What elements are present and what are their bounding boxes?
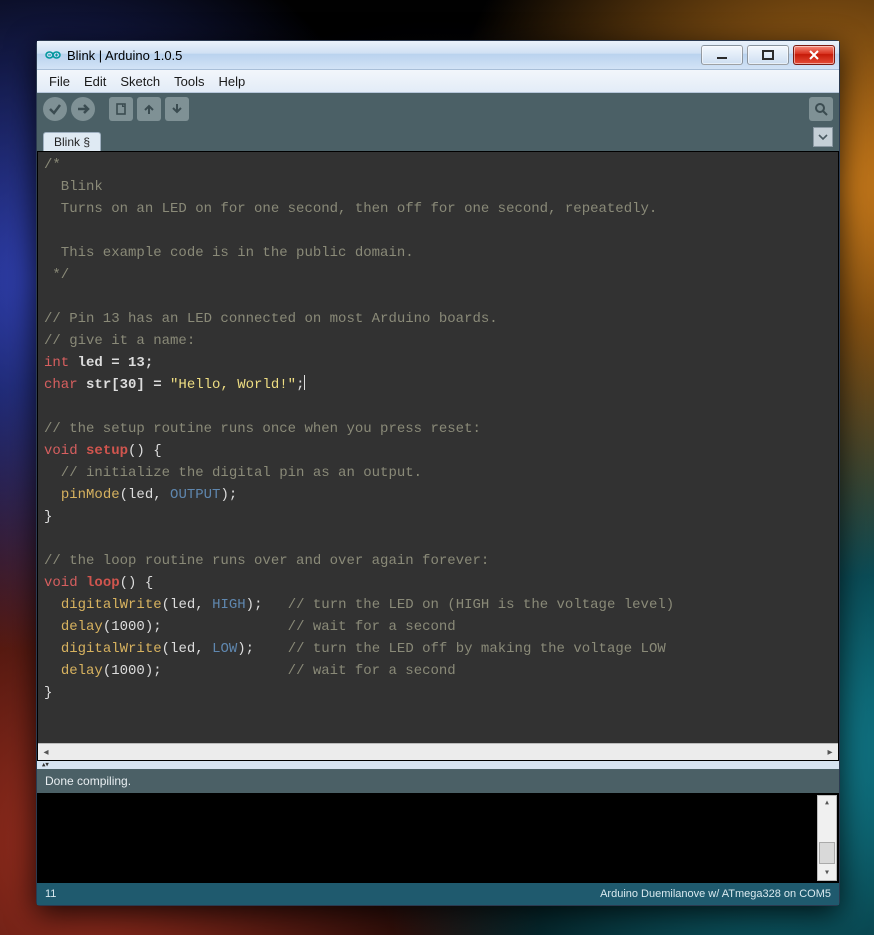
code-token [44,641,61,657]
code-token: digitalWrite [61,641,162,657]
tab-bar: Blink § [37,125,839,151]
code-token: setup [86,443,128,459]
code-line: Blink [44,179,103,195]
code-token: () { [128,443,162,459]
menu-edit[interactable]: Edit [78,73,112,90]
footer-bar: 11 Arduino Duemilanove w/ ATmega328 on C… [37,883,839,905]
code-token: (led, [162,641,212,657]
code-line: This example code is in the public domai… [44,245,414,261]
scroll-down-icon[interactable]: ▾ [824,866,830,880]
code-token [44,619,61,635]
window-title: Blink | Arduino 1.0.5 [67,48,182,63]
code-token: digitalWrite [61,597,162,613]
scroll-thumb[interactable] [819,842,835,864]
console-scrollbar[interactable]: ▴ ▾ [817,795,837,881]
scroll-right-icon[interactable]: ▸ [822,744,838,760]
code-token [44,663,61,679]
menubar: File Edit Sketch Tools Help [37,70,839,93]
code-token: str[30] = [78,377,170,393]
code-token [78,575,86,591]
arduino-window: Blink | Arduino 1.0.5 File Edit Sketch T… [36,40,840,906]
arduino-icon [45,47,61,63]
scroll-up-icon[interactable]: ▴ [824,796,830,810]
code-line: Turns on an LED on for one second, then … [44,201,657,217]
editor-horizontal-scrollbar[interactable]: ◂ ▸ [38,743,838,760]
scroll-left-icon[interactable]: ◂ [38,744,54,760]
titlebar[interactable]: Blink | Arduino 1.0.5 [37,41,839,70]
verify-button[interactable] [43,97,67,121]
save-button[interactable] [165,97,189,121]
code-token [44,597,61,613]
code-token: // turn the LED on (HIGH is the voltage … [288,597,674,613]
code-token: "Hello, World!" [170,377,296,393]
code-token: // wait for a second [288,663,456,679]
code-line: // initialize the digital pin as an outp… [44,465,422,481]
code-token: void [44,443,78,459]
console-line: Binary sketch size: 1,084 bytes (of a 30… [74,882,526,883]
code-line: /* [44,157,61,173]
open-button[interactable] [137,97,161,121]
code-line [44,223,52,239]
code-token: delay [61,619,103,635]
code-token: () { [120,575,154,591]
menu-file[interactable]: File [43,73,76,90]
code-token: (1000); [103,663,162,679]
code-token: ; [296,377,304,393]
code-line: */ [44,267,69,283]
console-output[interactable]: Binary sketch size: 1,084 bytes (of a 30… [37,793,839,883]
code-line: // Pin 13 has an LED connected on most A… [44,311,498,327]
status-text: Done compiling. [45,774,131,788]
code-token: (led, [120,487,170,503]
menu-help[interactable]: Help [212,73,251,90]
code-line: // the loop routine runs over and over a… [44,553,489,569]
menu-tools[interactable]: Tools [168,73,210,90]
code-token: } [44,509,52,525]
code-token [162,619,288,635]
code-token: ); [237,641,287,657]
editor-area: /* Blink Turns on an LED on for one seco… [37,151,839,761]
code-token: OUTPUT [170,487,220,503]
code-line: // give it a name: [44,333,195,349]
maximize-button[interactable] [747,45,789,65]
code-token: (1000); [103,619,162,635]
status-bar: Done compiling. [37,769,839,793]
code-token: // wait for a second [288,619,456,635]
toolbar [37,93,839,125]
upload-button[interactable] [71,97,95,121]
code-token: (led, [162,597,212,613]
code-token: // turn the LED off by making the voltag… [288,641,666,657]
code-token: void [44,575,78,591]
code-token: } [44,685,52,701]
code-token [162,663,288,679]
code-token: ); [246,597,288,613]
close-button[interactable] [793,45,835,65]
new-button[interactable] [109,97,133,121]
code-token [44,487,61,503]
code-token: loop [86,575,120,591]
line-number-indicator: 11 [45,888,56,900]
board-port-indicator: Arduino Duemilanove w/ ATmega328 on COM5 [600,888,831,900]
code-token: delay [61,663,103,679]
code-line: // the setup routine runs once when you … [44,421,481,437]
menu-sketch[interactable]: Sketch [114,73,166,90]
code-token: led = 13; [69,355,153,371]
tab-menu-button[interactable] [813,127,833,147]
minimize-button[interactable] [701,45,743,65]
code-token: LOW [212,641,237,657]
code-token: pinMode [61,487,120,503]
pane-splitter[interactable]: ▴▾ [37,761,839,769]
serial-monitor-button[interactable] [809,97,833,121]
code-token: ); [220,487,237,503]
text-caret [304,375,305,390]
tab-blink[interactable]: Blink § [43,132,101,152]
code-token: char [44,377,78,393]
code-token [78,443,86,459]
code-token: int [44,355,69,371]
code-editor[interactable]: /* Blink Turns on an LED on for one seco… [38,152,838,743]
code-token: HIGH [212,597,246,613]
